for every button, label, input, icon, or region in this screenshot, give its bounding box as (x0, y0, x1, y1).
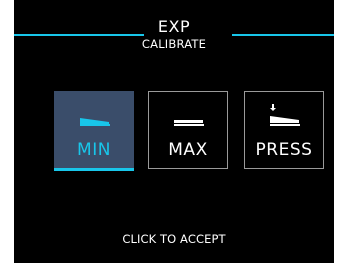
pedal-min-icon (80, 118, 110, 126)
pedal-press-icon (270, 104, 300, 126)
accept-instruction: CLICK TO ACCEPT (122, 232, 226, 246)
press-option-button[interactable]: PRESS (244, 91, 324, 169)
selection-underline (54, 168, 134, 171)
min-option-button[interactable]: MIN (54, 91, 134, 169)
page-title: EXP (157, 17, 191, 36)
max-option-label: MAX (168, 140, 208, 160)
max-option-button[interactable]: MAX (148, 91, 228, 169)
pedal-max-icon (174, 120, 204, 126)
page-subtitle: CALIBRATE (141, 37, 207, 51)
press-option-label: PRESS (255, 140, 313, 160)
calibration-options: MIN MAX PRESS (54, 91, 326, 173)
min-option-label: MIN (77, 140, 111, 160)
calibration-screen: EXP CALIBRATE MIN MAX PRESS CLICK TO ACC… (14, 0, 334, 263)
